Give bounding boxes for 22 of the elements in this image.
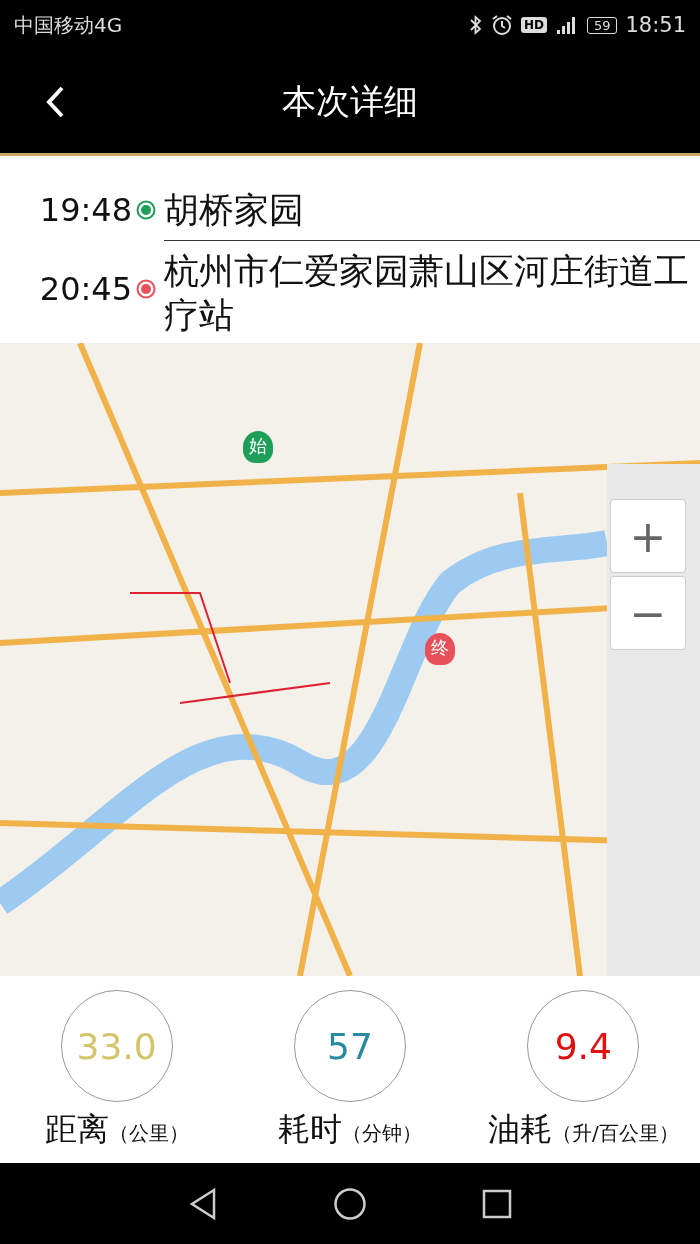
clock: 18:51 — [625, 13, 686, 37]
route-place: 杭州市仁爱家园萧山区河庄街道工疗站 — [164, 240, 700, 337]
stat-unit: （升/百公里） — [551, 1120, 679, 1147]
page-title: 本次详细 — [282, 79, 418, 123]
zoom-in-button[interactable]: + — [610, 499, 686, 573]
route-time: 20:45 — [38, 269, 132, 308]
stat-label: 距离 — [44, 1109, 109, 1150]
route-place: 胡桥家园 — [164, 189, 305, 232]
location-dot-icon — [136, 200, 156, 220]
battery-indicator: 59 — [586, 16, 618, 34]
stat-label: 油耗 — [487, 1109, 552, 1150]
route-time: 19:48 — [38, 191, 132, 229]
stat-unit: （分钟） — [342, 1120, 422, 1147]
stat-unit: （公里） — [108, 1120, 189, 1147]
hd-badge: HD — [520, 17, 547, 33]
alarm-icon — [490, 14, 513, 36]
bluetooth-icon — [468, 14, 483, 36]
stat-label: 耗时 — [278, 1109, 342, 1150]
map-view[interactable]: 始 终 + − — [0, 343, 700, 976]
zoom-out-button[interactable]: − — [610, 576, 686, 650]
location-dot-icon — [136, 278, 156, 299]
carrier-label: 中国移动4G — [14, 11, 123, 39]
